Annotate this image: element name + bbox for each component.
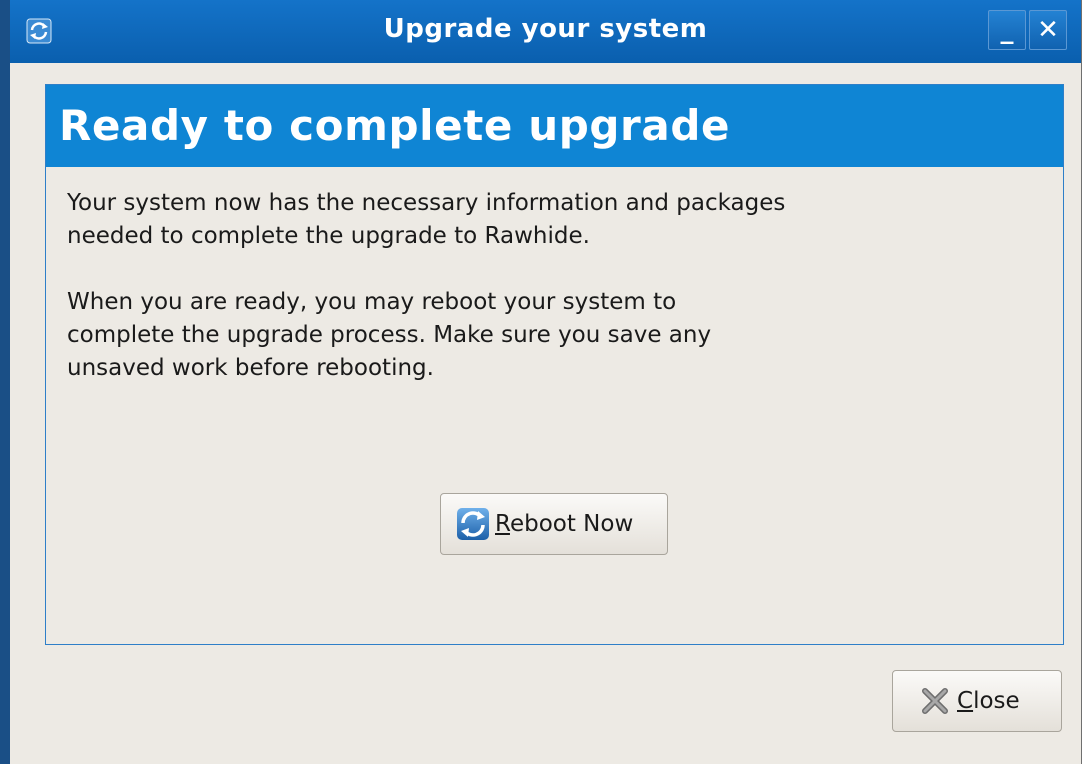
close-button[interactable]: Close xyxy=(892,670,1062,732)
reboot-now-label: Reboot Now xyxy=(495,511,634,537)
window-title: Upgrade your system xyxy=(383,14,708,44)
minimize-button[interactable]: _ xyxy=(988,10,1026,50)
titlebar[interactable]: Upgrade your system _ ✕ xyxy=(10,0,1081,63)
refresh-icon xyxy=(457,508,489,540)
content-panel: Ready to complete upgrade Your system no… xyxy=(45,84,1064,645)
upgrade-dialog: Upgrade your system _ ✕ Ready to complet… xyxy=(10,0,1082,764)
close-label: Close xyxy=(957,688,1020,714)
close-x-icon xyxy=(922,688,948,714)
window-close-button[interactable]: ✕ xyxy=(1029,10,1067,50)
panel-body: Your system now has the necessary inform… xyxy=(67,187,967,418)
info-paragraph-2: When you are ready, you may reboot your … xyxy=(67,289,712,381)
reboot-now-button[interactable]: Reboot Now xyxy=(440,493,668,555)
desktop-edge xyxy=(0,0,10,764)
info-paragraph-1: Your system now has the necessary inform… xyxy=(67,190,786,249)
panel-heading: Ready to complete upgrade xyxy=(46,85,1063,167)
